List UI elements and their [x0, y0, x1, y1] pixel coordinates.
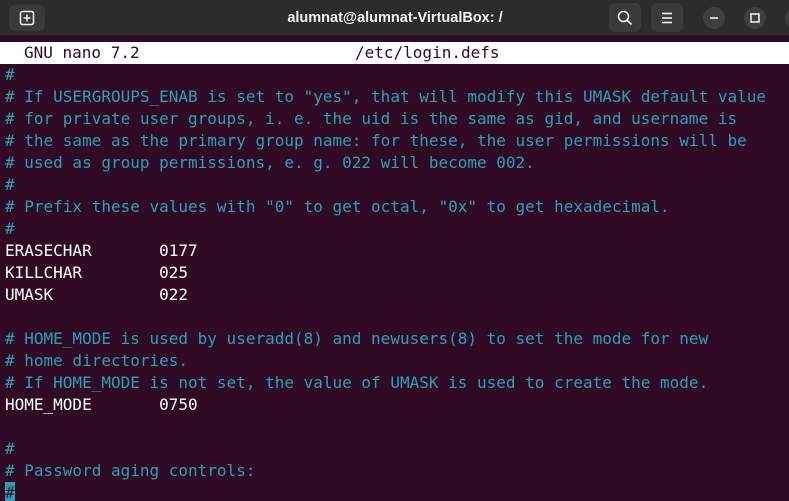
hamburger-menu-icon — [662, 12, 672, 24]
editor-line: # If HOME_MODE is not set, the value of … — [5, 373, 709, 392]
editor-line: # — [5, 175, 15, 194]
text-cursor: # — [5, 482, 15, 501]
editor-line: ERASECHAR 0177 — [5, 241, 198, 260]
editor-line: UMASK 022 — [5, 285, 189, 304]
editor-line: # — [5, 219, 15, 238]
search-icon — [617, 10, 633, 26]
minimize-icon — [710, 17, 718, 19]
terminal-window: alumnat@alumnat-VirtualBox: / GNU nano 7… — [0, 0, 789, 501]
editor-line: # — [5, 482, 789, 501]
nano-filename: /etc/login.defs — [355, 43, 500, 62]
editor-line: # Prefix these values with "0" to get oc… — [5, 197, 670, 216]
maximize-button[interactable] — [744, 7, 766, 29]
editor-line: # for private user groups, i. e. the uid… — [5, 109, 738, 128]
editor-line: # — [5, 65, 15, 84]
nano-version: GNU nano 7.2 — [24, 43, 140, 62]
editor-line: KILLCHAR 025 — [5, 263, 189, 282]
editor-line: # used as group permissions, e. g. 022 w… — [5, 153, 535, 172]
new-tab-icon — [19, 10, 35, 26]
window-title: alumnat@alumnat-VirtualBox: / — [287, 10, 503, 26]
search-button[interactable] — [609, 3, 641, 32]
editor-line: # home directories. — [5, 351, 189, 370]
editor-line: # — [5, 439, 15, 458]
maximize-icon — [750, 13, 760, 23]
editor-line: # If USERGROUPS_ENAB is set to "yes", th… — [5, 87, 766, 106]
editor-line: # Password aging controls: — [5, 461, 256, 480]
close-button[interactable] — [785, 7, 789, 29]
new-tab-button[interactable] — [9, 5, 45, 31]
minimize-button[interactable] — [703, 7, 725, 29]
title-bar: alumnat@alumnat-VirtualBox: / — [0, 0, 789, 36]
menu-button[interactable] — [651, 3, 683, 32]
editor-line: # HOME_MODE is used by useradd(8) and ne… — [5, 329, 709, 348]
editor-line: HOME_MODE 0750 — [5, 395, 198, 414]
editor-text-area[interactable]: # # If USERGROUPS_ENAB is set to "yes", t… — [5, 64, 789, 501]
nano-header-bar: GNU nano 7.2 /etc/login.defs — [0, 42, 789, 64]
editor-line: # the same as the primary group name: fo… — [5, 131, 747, 150]
